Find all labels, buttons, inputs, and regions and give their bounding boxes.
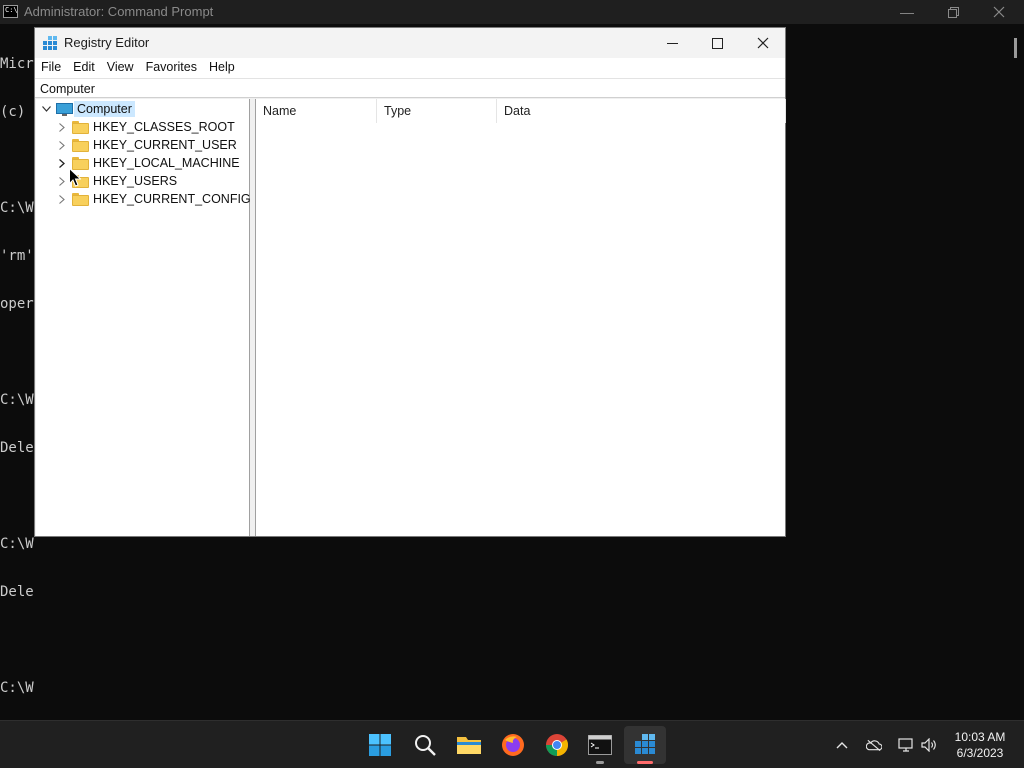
menu-favorites[interactable]: Favorites [140,58,203,78]
minimize-button[interactable] [649,28,695,58]
column-header-data[interactable]: Data [497,99,786,123]
tree-item-label: HKEY_LOCAL_MACHINE [93,156,240,170]
firefox-icon[interactable] [497,729,529,761]
chevron-right-icon[interactable] [55,172,69,190]
taskbar: 10:03 AM 6/3/2023 [0,720,1024,768]
tree-item-hkey-local-machine[interactable]: HKEY_LOCAL_MACHINE [55,154,240,172]
cmd-scrollbar[interactable] [1014,38,1017,58]
mouse-cursor-icon [69,168,81,187]
folder-icon [72,138,89,152]
chevron-right-icon[interactable] [55,136,69,154]
registry-tree: Computer HKEY_CLASSES_ROOT HKEY_CURRENT_… [36,99,251,536]
computer-icon [56,102,73,116]
menu-file[interactable]: File [35,58,67,78]
clock-time: 10:03 AM [954,730,1006,744]
tree-item-hkey-classes-root[interactable]: HKEY_CLASSES_ROOT [55,118,235,136]
tree-item-label: Computer [74,101,135,117]
chevron-down-icon[interactable] [39,100,53,118]
terminal-running-indicator [596,761,604,764]
chevron-up-icon[interactable] [834,737,850,753]
minimize-icon[interactable]: — [884,0,930,24]
column-header-type[interactable]: Type [377,99,497,123]
network-icon[interactable] [898,737,914,753]
cmd-output: Micr (c) C:\W 'rm' oper C:\W Dele C:\W D… [0,56,34,696]
cmd-title: Administrator: Command Prompt [24,4,214,19]
cmd-icon [3,5,18,18]
folder-icon [72,192,89,206]
chevron-right-icon[interactable] [55,190,69,208]
address-bar[interactable]: Computer [35,78,785,98]
tree-item-hkey-current-user[interactable]: HKEY_CURRENT_USER [55,136,237,154]
cmd-title-bar[interactable]: Administrator: Command Prompt — [0,0,1024,24]
tree-item-label: HKEY_CURRENT_CONFIG [93,192,251,206]
folder-icon [72,120,89,134]
menu-bar: File Edit View Favorites Help [35,58,785,78]
tree-item-label: HKEY_CLASSES_ROOT [93,120,235,134]
values-list[interactable]: Name Type Data [255,99,786,536]
system-clock[interactable]: 10:03 AM 6/3/2023 [946,729,1014,761]
start-icon[interactable] [364,729,396,761]
regedit-active-indicator [637,761,653,764]
onedrive-offline-icon[interactable] [866,737,882,753]
file-explorer-icon[interactable] [453,729,485,761]
tree-item-computer[interactable]: Computer [39,100,135,118]
regedit-title: Registry Editor [64,35,150,50]
restore-icon[interactable] [930,0,976,24]
chevron-right-icon[interactable] [55,154,69,172]
address-text: Computer [40,82,95,96]
tree-item-hkey-current-config[interactable]: HKEY_CURRENT_CONFIG [55,190,251,208]
menu-edit[interactable]: Edit [67,58,101,78]
clock-date: 6/3/2023 [956,746,1004,760]
maximize-button[interactable] [694,28,740,58]
registry-editor-icon[interactable] [629,729,661,761]
registry-editor-icon [43,36,57,50]
registry-editor-window: Registry Editor File Edit View Favorites… [34,27,786,537]
search-icon[interactable] [409,729,441,761]
menu-view[interactable]: View [101,58,140,78]
volume-icon[interactable] [921,737,937,753]
chrome-icon[interactable] [541,729,573,761]
column-header-name[interactable]: Name [256,99,377,123]
menu-help[interactable]: Help [203,58,241,78]
tree-item-label: HKEY_USERS [93,174,178,188]
terminal-icon[interactable] [584,729,616,761]
regedit-title-bar[interactable]: Registry Editor [35,28,785,58]
close-icon[interactable] [976,0,1022,24]
close-button[interactable] [740,28,786,58]
tree-item-label: HKEY_CURRENT_USER [93,138,237,152]
chevron-right-icon[interactable] [55,118,69,136]
